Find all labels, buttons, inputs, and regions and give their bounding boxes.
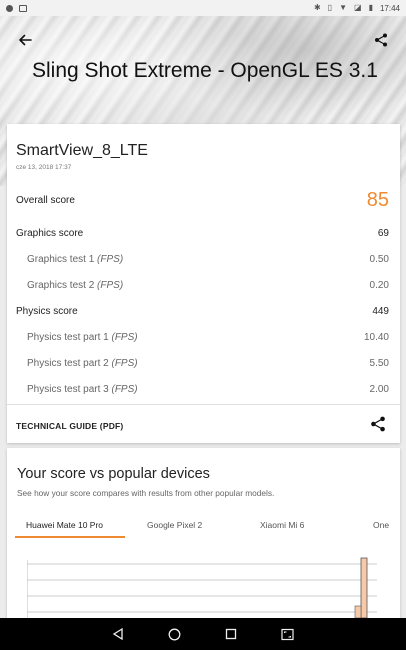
graphics-test-value: 0.50: [369, 254, 389, 265]
nav-home-button[interactable]: [168, 627, 182, 641]
nav-back-button[interactable]: [111, 627, 125, 641]
screenshot-icon: [281, 628, 294, 640]
chart-bar: [354, 605, 362, 618]
physics-test-label: Physics test part 2: [27, 358, 109, 369]
vibrate-icon: ▯: [327, 3, 333, 12]
home-circle-icon: [168, 628, 181, 640]
physics-test-row: Physics test part 3 (FPS) 2.00: [27, 384, 389, 395]
share-result-button[interactable]: [370, 416, 386, 432]
divider: [7, 404, 400, 405]
physics-test-label: Physics test part 1: [27, 332, 109, 343]
fps-unit: (FPS): [111, 358, 138, 369]
result-card: SmartView_8_LTE cze 13, 2018 17:37 Overa…: [7, 124, 400, 443]
share-button[interactable]: [370, 29, 392, 51]
system-nav-bar: [0, 618, 406, 650]
device-tabs: Huawei Mate 10 Pro Google Pixel 2 Xiaomi…: [7, 516, 400, 538]
battery-icon: ▮: [368, 3, 373, 12]
physics-test-value: 5.50: [369, 358, 389, 369]
status-bar: ✱ ▯ ▼ ◪ ▮ 17:44: [0, 0, 406, 16]
overall-score-row: Overall score 85: [16, 189, 389, 212]
active-tab-indicator: [15, 536, 125, 538]
wifi-icon: ▼: [339, 3, 347, 12]
physics-test-label: Physics test part 3: [27, 384, 109, 395]
share-icon: [375, 33, 387, 47]
chart-bar: [360, 557, 368, 618]
physics-test-row: Physics test part 1 (FPS) 10.40: [27, 332, 389, 343]
fps-unit: (FPS): [111, 332, 138, 343]
back-triangle-icon: [113, 628, 123, 640]
fps-unit: (FPS): [111, 384, 138, 395]
tab-xiaomi-mi-6[interactable]: Xiaomi Mi 6: [260, 520, 304, 530]
back-arrow-icon: [19, 34, 32, 46]
no-sim-icon: ◪: [354, 3, 362, 12]
fps-unit: (FPS): [97, 280, 124, 291]
compare-subtitle: See how your score compares with results…: [17, 488, 275, 498]
fps-unit: (FPS): [97, 254, 124, 265]
graphics-test-label: Graphics test 1: [27, 254, 95, 265]
image-notification-icon: [19, 4, 27, 12]
physics-score-value: 449: [372, 306, 389, 317]
graphics-test-row: Graphics test 2 (FPS) 0.20: [27, 280, 389, 291]
tab-google-pixel-2[interactable]: Google Pixel 2: [147, 520, 202, 530]
technical-guide-link[interactable]: TECHNICAL GUIDE (PDF): [16, 421, 123, 431]
recents-square-icon: [226, 628, 237, 640]
tab-one[interactable]: One: [373, 520, 389, 530]
physics-test-value: 10.40: [363, 332, 389, 343]
tab-huawei-mate-10-pro[interactable]: Huawei Mate 10 Pro: [26, 520, 103, 530]
physics-score-row: Physics score 449: [16, 306, 389, 317]
bluetooth-icon: ✱: [313, 3, 321, 12]
overall-score-label: Overall score: [16, 195, 75, 206]
result-date: cze 13, 2018 17:37: [16, 164, 72, 171]
graphics-test-value: 0.20: [369, 280, 389, 291]
status-time: 17:44: [379, 3, 400, 13]
back-button[interactable]: [14, 29, 36, 51]
physics-score-label: Physics score: [16, 306, 78, 317]
nav-screenshot-button[interactable]: [281, 627, 295, 641]
nav-recents-button[interactable]: [224, 627, 238, 641]
physics-test-row: Physics test part 2 (FPS) 5.50: [27, 358, 389, 369]
graphics-score-value: 69: [377, 228, 389, 239]
physics-test-value: 2.00: [369, 384, 389, 395]
device-name: SmartView_8_LTE: [16, 142, 148, 159]
graphics-test-label: Graphics test 2: [27, 280, 95, 291]
graphics-score-label: Graphics score: [16, 228, 84, 239]
overall-score-value: 85: [366, 189, 389, 211]
compare-section: Your score vs popular devices See how yo…: [7, 448, 400, 618]
graphics-score-row: Graphics score 69: [16, 228, 389, 239]
graphics-test-row: Graphics test 1 (FPS) 0.50: [27, 254, 389, 265]
page-title: Sling Shot Extreme - OpenGL ES 3.1: [32, 59, 378, 82]
share-icon: [371, 416, 385, 432]
comparison-chart: [27, 557, 377, 618]
notification-dot-icon: [6, 4, 13, 12]
compare-title: Your score vs popular devices: [17, 466, 210, 482]
